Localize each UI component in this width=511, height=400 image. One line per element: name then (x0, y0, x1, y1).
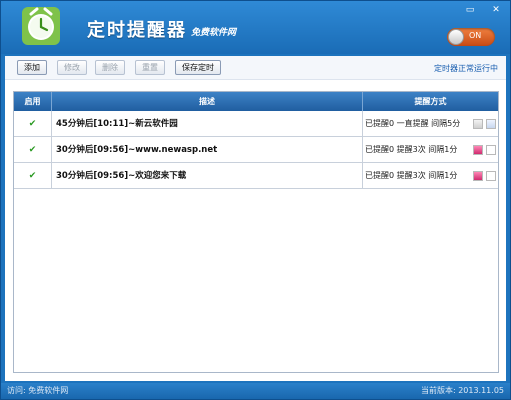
enabled-check-icon[interactable]: ✔ (14, 163, 52, 189)
minimize-icon: ▭ (465, 5, 475, 15)
minimize-button[interactable]: ▭ (463, 5, 477, 15)
table-header: 启用 描述 提醒方式 (14, 92, 498, 111)
toolbar: 添加 修改 删除 重置 保存定时 定时器正常运行中 (5, 56, 506, 80)
header-remind-mode: 提醒方式 (414, 97, 447, 106)
clock-logo-icon (22, 7, 60, 45)
app-window: 定时提醒器 免费软件网 ▭ ✕ ON 添加 修改 删除 重置 保存定时 定时器正… (0, 0, 511, 400)
reminder-description: 45分钟后[10:11]~新云软件园 (52, 111, 363, 137)
remind-mode-text: 已提醒0 一直提醒 间隔5分 (365, 119, 461, 128)
reminder-table: 启用 描述 提醒方式 ✔ 45分钟后[10:11]~新云软件园 已提醒0 一直提… (13, 91, 499, 373)
enabled-check-icon[interactable]: ✔ (14, 137, 52, 163)
status-text: 定时器正常运行中 (434, 64, 498, 73)
table-row[interactable]: ✔ 30分钟后[09:56]~www.newasp.net 已提醒0 提醒3次 … (14, 137, 498, 163)
app-title: 定时提醒器 (87, 20, 187, 41)
delete-button[interactable]: 删除 (95, 60, 125, 75)
version-text: 当前版本: 2013.11.05 (420, 386, 504, 395)
music-icon[interactable] (473, 145, 483, 155)
remind-mode-text: 已提醒0 提醒3次 间隔1分 (365, 145, 458, 154)
status-bar: 访问: 免费软件网 当前版本: 2013.11.05 (1, 383, 510, 399)
reset-button[interactable]: 重置 (135, 60, 165, 75)
window-icon[interactable] (486, 119, 496, 129)
main-panel: 添加 修改 删除 重置 保存定时 定时器正常运行中 启用 描述 提醒方式 ✔ 4… (5, 56, 506, 381)
window-icon[interactable] (486, 145, 496, 155)
remind-mode-text: 已提醒0 提醒3次 间隔1分 (365, 171, 458, 180)
close-icon: ✕ (492, 5, 500, 15)
music-icon[interactable] (473, 171, 483, 181)
window-icon[interactable] (486, 171, 496, 181)
table-row[interactable]: ✔ 30分钟后[09:56]~欢迎您来下载 已提醒0 提醒3次 间隔1分 (14, 163, 498, 189)
message-icon[interactable] (473, 119, 483, 129)
toggle-knob (448, 29, 464, 45)
header-enabled: 启用 (14, 92, 52, 111)
header-description: 描述 (52, 92, 363, 111)
close-button[interactable]: ✕ (489, 5, 503, 15)
title-bar: 定时提醒器 免费软件网 ▭ ✕ ON (1, 1, 510, 54)
timer-toggle[interactable]: ON (447, 28, 495, 46)
edit-button[interactable]: 修改 (57, 60, 87, 75)
app-subtitle: 免费软件网 (191, 28, 237, 38)
enabled-check-icon[interactable]: ✔ (14, 111, 52, 137)
reminder-description: 30分钟后[09:56]~欢迎您来下载 (52, 163, 363, 189)
visit-link[interactable]: 访问: 免费软件网 (7, 383, 68, 399)
save-timer-button[interactable]: 保存定时 (175, 60, 221, 75)
add-button[interactable]: 添加 (17, 60, 47, 75)
reminder-description: 30分钟后[09:56]~www.newasp.net (52, 137, 363, 163)
table-row[interactable]: ✔ 45分钟后[10:11]~新云软件园 已提醒0 一直提醒 间隔5分 (14, 111, 498, 137)
toggle-label: ON (469, 31, 482, 40)
